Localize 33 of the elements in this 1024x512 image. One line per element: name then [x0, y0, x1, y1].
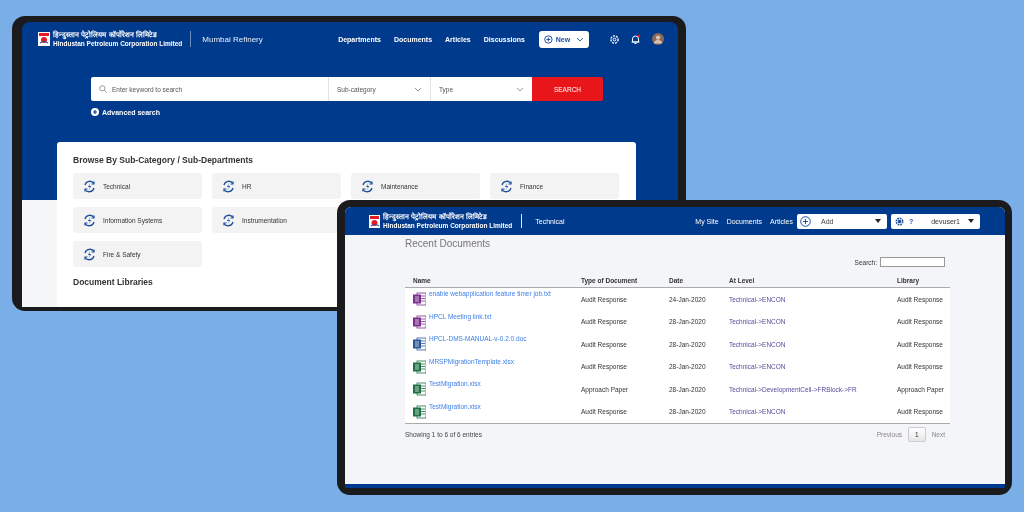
excel-file-icon — [413, 359, 426, 374]
chevron-down-icon — [516, 86, 524, 92]
caret-icon — [576, 36, 584, 42]
search-icon — [99, 85, 107, 93]
refresh-bolt-icon — [82, 178, 97, 194]
onenote-file-icon — [413, 292, 426, 307]
avatar-icon[interactable] — [652, 33, 664, 45]
bell-icon[interactable] — [630, 33, 641, 45]
refresh-bolt-icon — [221, 212, 236, 228]
company-logo-icon — [369, 214, 380, 228]
refresh-bolt-icon — [82, 212, 97, 228]
plus-circle-icon — [544, 34, 553, 44]
section-title: Document Libraries — [73, 277, 153, 287]
refresh-bolt-icon — [360, 178, 375, 194]
settings-icon — [895, 216, 904, 226]
site-name: Mumbai Refinery — [202, 34, 263, 44]
word-file-icon — [413, 337, 426, 352]
chevron-down-icon — [414, 86, 422, 92]
refresh-bolt-icon — [221, 178, 236, 194]
caret-icon — [968, 219, 974, 223]
refresh-bolt-icon — [82, 246, 97, 262]
section-title: Browse By Sub-Category / Sub-Departments — [73, 155, 254, 165]
excel-file-icon — [413, 404, 426, 419]
caret-icon — [875, 219, 881, 223]
search-field[interactable] — [880, 257, 945, 267]
plus-circle-icon — [91, 108, 99, 116]
plus-circle-icon — [800, 215, 811, 227]
page-title: Recent Documents — [405, 238, 492, 249]
refresh-bolt-icon — [499, 178, 514, 194]
company-logo-icon — [38, 32, 50, 46]
excel-file-icon — [413, 382, 426, 397]
onenote-file-icon — [413, 314, 426, 329]
settings-icon[interactable] — [609, 33, 620, 45]
